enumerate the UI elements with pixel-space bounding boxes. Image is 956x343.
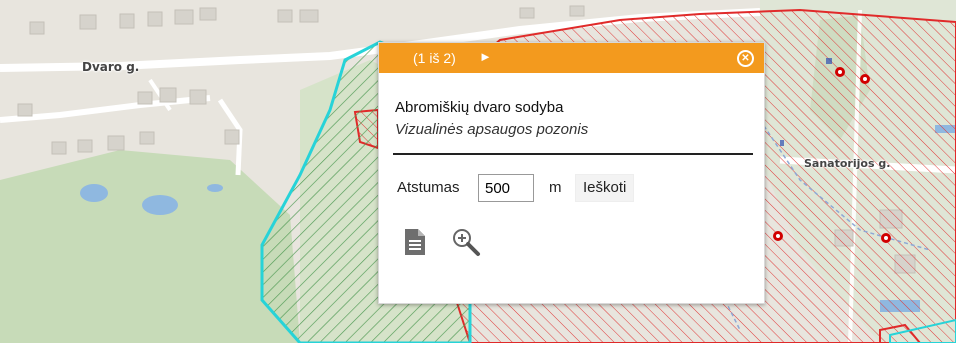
street-label-sanatorijos: Sanatorijos g.: [804, 157, 891, 170]
feature-popup[interactable]: (1 iš 2) ► ✕ Abromiškių dvaro sodyba Viz…: [378, 42, 765, 304]
popup-counter: (1 iš 2): [413, 50, 456, 66]
street-label-dvaro: Dvaro g.: [82, 60, 140, 74]
next-feature-icon[interactable]: ►: [479, 49, 492, 64]
zoom-in-icon[interactable]: [451, 227, 481, 262]
document-icon[interactable]: [405, 229, 425, 260]
distance-input[interactable]: [478, 174, 534, 202]
close-icon[interactable]: ✕: [737, 50, 754, 67]
feature-title: Abromiškių dvaro sodyba: [395, 99, 564, 116]
search-button[interactable]: Ieškoti: [575, 174, 635, 202]
distance-unit: m: [549, 179, 562, 196]
popup-header: (1 iš 2) ► ✕: [379, 43, 764, 73]
distance-label: Atstumas: [397, 179, 460, 196]
popup-divider: [393, 153, 753, 155]
feature-subtitle: Vizualinės apsaugos pozonis: [395, 121, 589, 138]
